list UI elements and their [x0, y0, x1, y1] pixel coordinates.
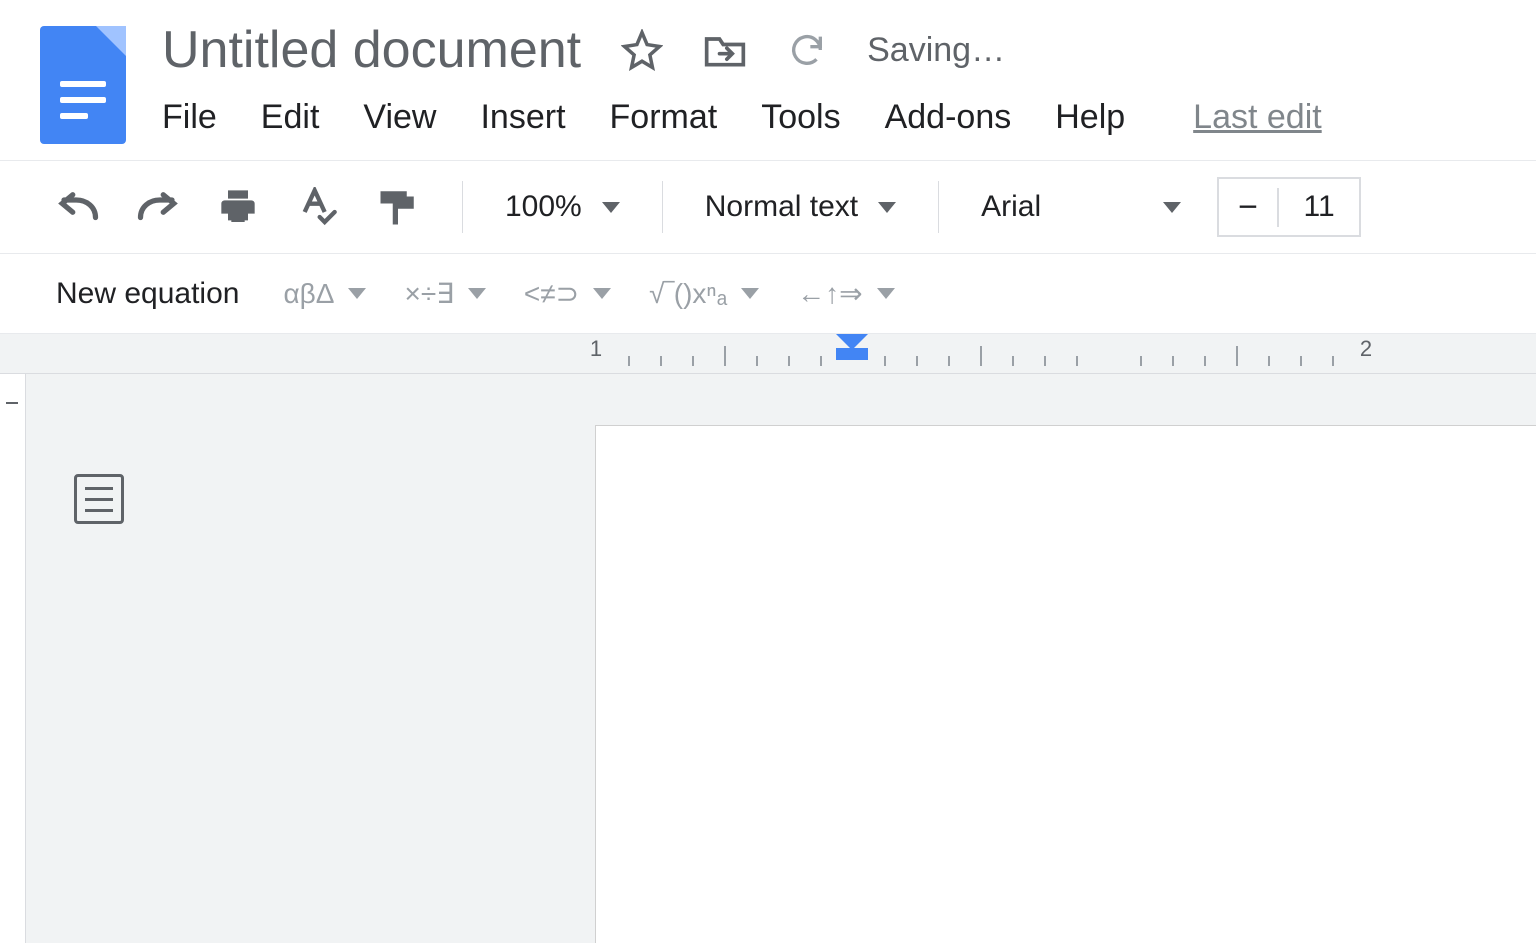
menu-bar: File Edit View Insert Format Tools Add-o… [162, 98, 1322, 137]
equation-toolbar: New equation αβΔ ×÷∃ <≠⊃ √‾()xⁿₐ ←↑⇒ [0, 254, 1536, 334]
main-toolbar: 100% Normal text Arial − 11 [0, 160, 1536, 254]
saving-status: Saving… [867, 31, 1005, 70]
ruler-number: 2 [1360, 336, 1372, 362]
chevron-down-icon [741, 288, 759, 299]
chevron-down-icon [593, 288, 611, 299]
menu-format[interactable]: Format [610, 98, 718, 137]
toolbar-separator [938, 181, 939, 233]
left-gutter [0, 374, 26, 943]
title-row: Untitled document Saving… [162, 20, 1322, 80]
titlebar: Untitled document Saving… File Edit View… [0, 0, 1536, 144]
menu-tools[interactable]: Tools [761, 98, 840, 137]
math-operations-dropdown[interactable]: √‾()xⁿₐ [649, 278, 759, 310]
menu-edit[interactable]: Edit [261, 98, 320, 137]
document-outline-button[interactable] [74, 474, 124, 524]
font-family-dropdown[interactable]: Arial [981, 190, 1181, 224]
chevron-down-icon [468, 288, 486, 299]
font-family-value: Arial [981, 190, 1041, 224]
undo-button[interactable] [56, 185, 100, 229]
arrows-dropdown[interactable]: ←↑⇒ [797, 277, 894, 310]
docs-logo[interactable] [40, 26, 126, 144]
arrows-label: ←↑⇒ [797, 277, 862, 310]
chevron-down-icon [348, 288, 366, 299]
paragraph-style-dropdown[interactable]: Normal text [705, 190, 896, 224]
toolbar-separator [662, 181, 663, 233]
toolbar-separator [462, 181, 463, 233]
chevron-down-icon [602, 202, 620, 213]
editor-stage: 1 9 [0, 374, 1536, 943]
paint-format-button[interactable] [376, 185, 420, 229]
relations-dropdown[interactable]: <≠⊃ [524, 277, 611, 310]
horizontal-ruler[interactable]: 1 2 [0, 334, 1536, 374]
menu-addons[interactable]: Add-ons [885, 98, 1012, 137]
print-button[interactable] [216, 185, 260, 229]
greek-letters-label: αβΔ [283, 278, 334, 310]
misc-operations-dropdown[interactable]: ×÷∃ [404, 277, 485, 310]
chevron-down-icon [877, 288, 895, 299]
chevron-down-icon [1163, 202, 1181, 213]
zoom-dropdown[interactable]: 100% [505, 190, 620, 224]
menu-file[interactable]: File [162, 98, 217, 137]
menu-help[interactable]: Help [1055, 98, 1125, 137]
font-size-decrease[interactable]: − [1219, 188, 1279, 227]
paragraph-style-value: Normal text [705, 190, 858, 224]
new-equation-button[interactable]: New equation [56, 277, 245, 311]
sync-icon [787, 30, 827, 70]
menu-view[interactable]: View [363, 98, 436, 137]
chevron-down-icon [878, 202, 896, 213]
last-edit-link[interactable]: Last edit [1193, 98, 1322, 137]
spellcheck-button[interactable] [296, 185, 340, 229]
indent-marker[interactable] [836, 334, 868, 360]
font-size-control: − 11 [1217, 177, 1361, 237]
math-operations-label: √‾()xⁿₐ [649, 278, 727, 310]
document-title[interactable]: Untitled document [162, 20, 581, 80]
star-icon[interactable] [621, 29, 663, 71]
zoom-value: 100% [505, 190, 582, 224]
ruler-number: 1 [590, 336, 602, 362]
greek-letters-dropdown[interactable]: αβΔ [283, 278, 366, 310]
document-page[interactable] [596, 426, 1536, 943]
relations-label: <≠⊃ [524, 277, 579, 310]
font-size-value[interactable]: 11 [1279, 190, 1359, 224]
redo-button[interactable] [136, 185, 180, 229]
menu-insert[interactable]: Insert [480, 98, 565, 137]
move-to-folder-icon[interactable] [703, 30, 747, 70]
misc-operations-label: ×÷∃ [404, 277, 453, 310]
